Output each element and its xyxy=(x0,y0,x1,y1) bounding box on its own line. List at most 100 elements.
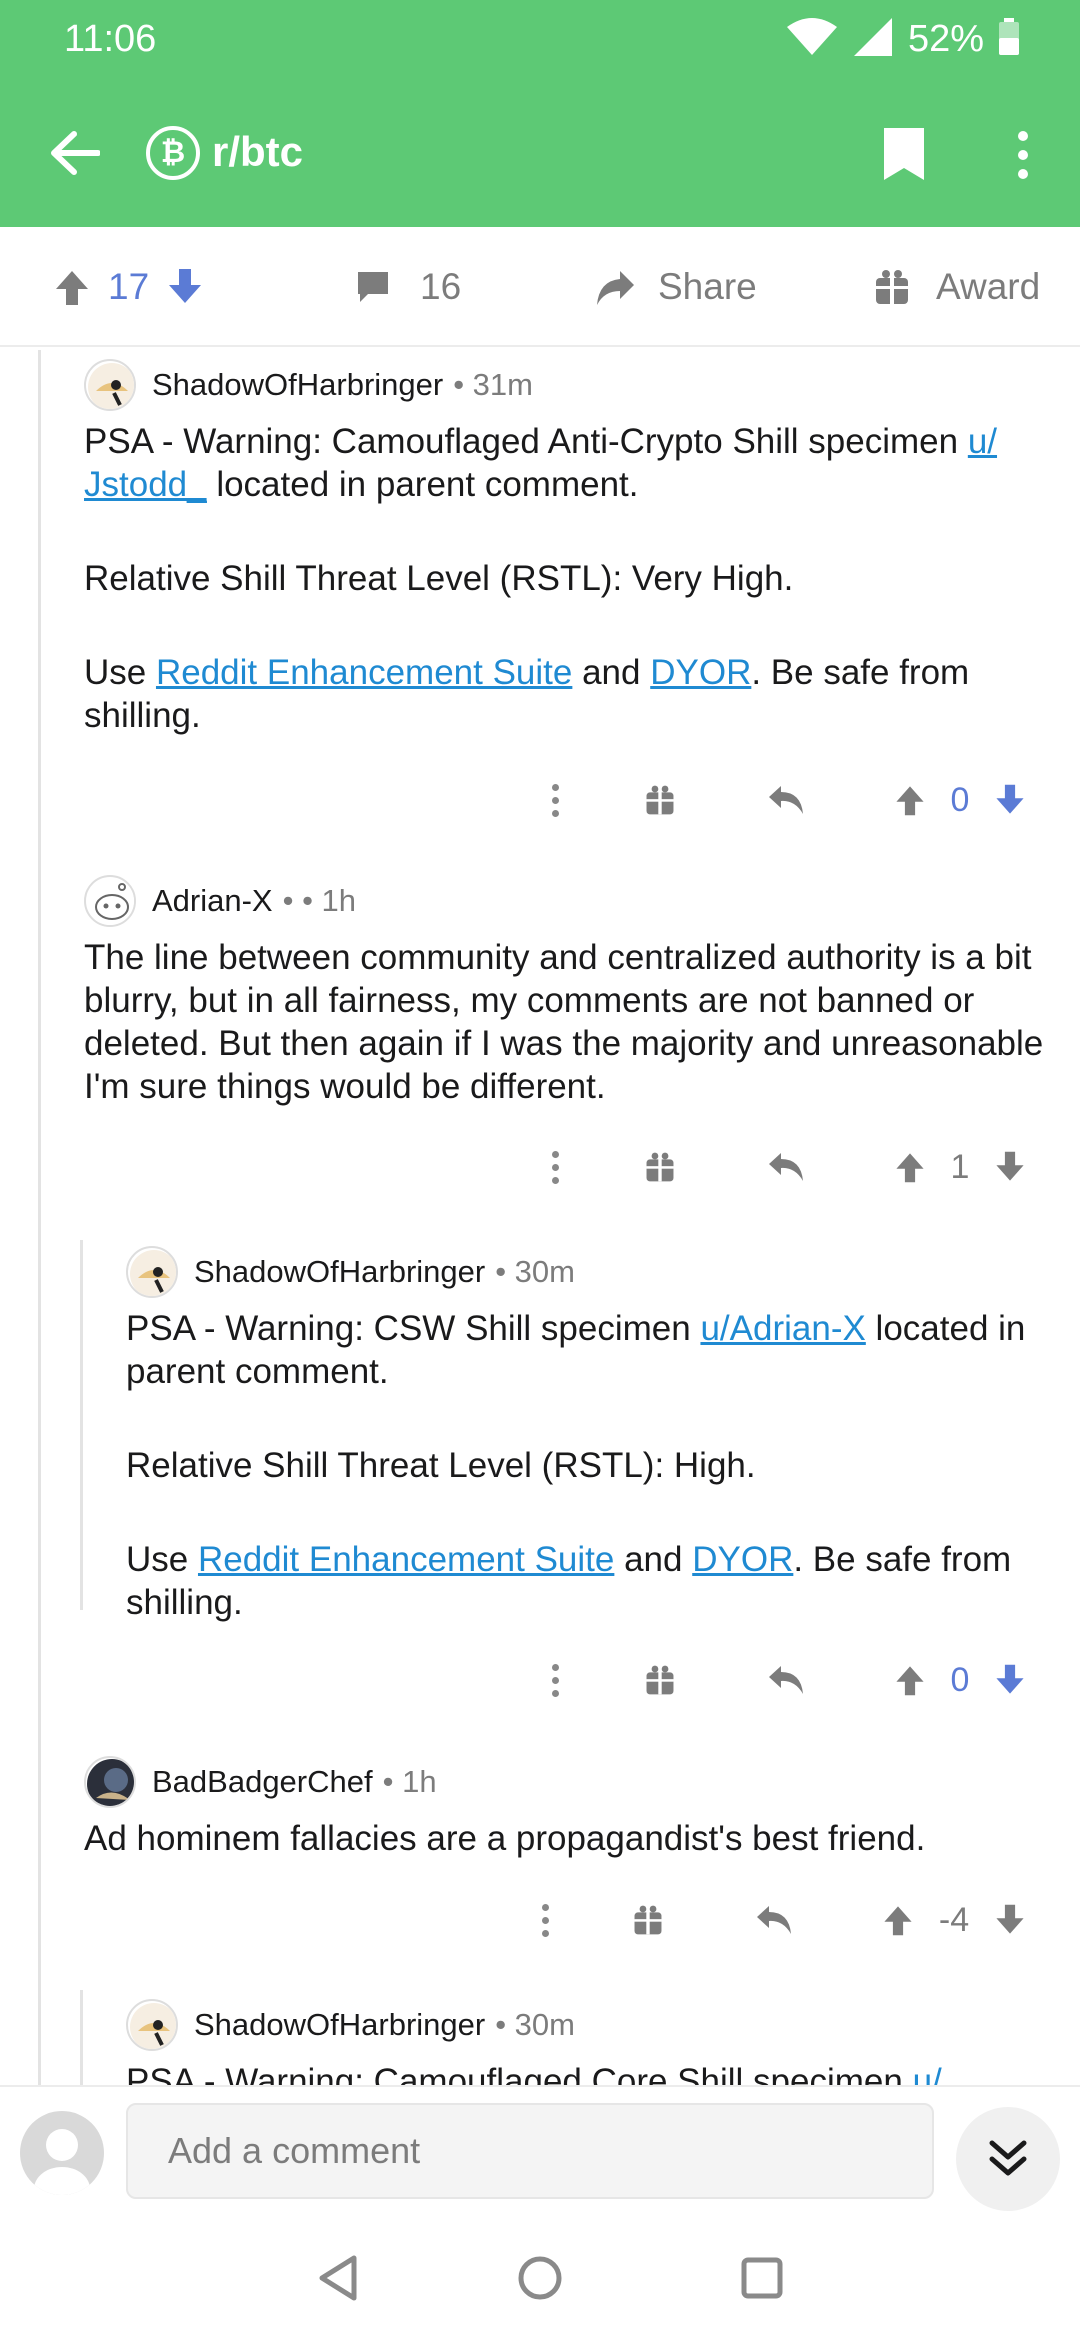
jump-to-next-button[interactable] xyxy=(956,2107,1060,2211)
comment-more-button[interactable] xyxy=(540,1650,570,1710)
share-icon xyxy=(597,271,634,305)
battery-icon xyxy=(998,18,1020,61)
comment-award-button[interactable] xyxy=(640,770,680,830)
avatar[interactable] xyxy=(20,2111,104,2195)
comment-more-button[interactable] xyxy=(540,1137,570,1197)
nav-recents-button[interactable] xyxy=(727,2243,797,2313)
bookmark-icon xyxy=(884,128,924,180)
downvote-icon xyxy=(996,784,1024,814)
comment-text: Relative Shill Threat Level (RSTL): Very… xyxy=(84,559,794,598)
comment-actions: 1 xyxy=(500,1137,1060,1197)
upvote-icon xyxy=(896,786,924,816)
status-bar: 11:06 52% xyxy=(0,0,1080,80)
reply-button[interactable] xyxy=(766,1137,806,1197)
back-button[interactable] xyxy=(40,118,110,188)
comment-actions: 0 xyxy=(500,770,1060,830)
post-action-bar: 17 16 Share Award xyxy=(0,227,1080,347)
comment-body: PSA - Warning: Camouflaged Anti-Crypto S… xyxy=(84,420,1064,737)
comment-text: and xyxy=(572,653,651,692)
share-button[interactable]: Share xyxy=(594,227,757,347)
user-link[interactable]: u/ xyxy=(913,2062,942,2085)
status-icons: 52% xyxy=(786,16,1020,63)
reply-button[interactable] xyxy=(754,1890,794,1950)
comment-body: The line between community and centraliz… xyxy=(84,938,1044,1106)
upvote-icon xyxy=(896,1666,924,1696)
comment-more-button[interactable] xyxy=(530,1890,560,1950)
comment-author[interactable]: BadBadgerChef xyxy=(152,1764,373,1800)
comment-body: PSA - Warning: Camouflaged Core Shill sp… xyxy=(126,2060,1066,2085)
comment-text: and xyxy=(614,1540,693,1579)
comment-icon xyxy=(358,272,388,302)
subreddit-title[interactable]: r/btc xyxy=(212,128,303,176)
gift-icon xyxy=(634,1905,662,1935)
avatar[interactable] xyxy=(126,1246,178,1298)
comment-text: Use xyxy=(84,653,156,692)
comment-text: PSA - Warning: Camouflaged Core Shill sp… xyxy=(126,2062,913,2085)
comment-text: PSA - Warning: Camouflaged Anti-Crypto S… xyxy=(84,422,968,461)
downvote-icon[interactable] xyxy=(165,267,205,307)
comment-score: 0 xyxy=(950,780,970,819)
avatar[interactable] xyxy=(84,875,136,927)
comment-upvote[interactable] xyxy=(890,1650,930,1710)
res-link[interactable]: Reddit Enhancement Suite xyxy=(156,653,572,692)
dyor-link[interactable]: DYOR xyxy=(692,1540,793,1579)
comment: BadBadgerChef • 1h Ad hominem fallacies … xyxy=(84,1755,1064,1860)
comment-time: • 1h xyxy=(382,1764,437,1799)
res-link[interactable]: Reddit Enhancement Suite xyxy=(198,1540,614,1579)
comment-time: • 30m xyxy=(495,2007,575,2042)
upvote-icon[interactable] xyxy=(52,267,92,307)
dyor-link[interactable]: DYOR xyxy=(650,653,751,692)
avatar[interactable] xyxy=(126,1999,178,2051)
comment-downvote[interactable] xyxy=(990,1890,1030,1950)
bookmark-button[interactable] xyxy=(880,126,940,186)
reply-button[interactable] xyxy=(766,1650,806,1710)
comment-upvote[interactable] xyxy=(890,1137,930,1197)
back-arrow-icon xyxy=(51,131,100,175)
comment-time: • • 1h xyxy=(282,883,357,918)
bitcoin-icon[interactable]: ₿ xyxy=(146,126,200,180)
downvote-icon xyxy=(996,1904,1024,1934)
comment-meta: ShadowOfHarbringer • 31m xyxy=(84,358,1064,412)
comment-award-button[interactable] xyxy=(640,1650,680,1710)
comment-text: Relative Shill Threat Level (RSTL): High… xyxy=(126,1446,756,1485)
nav-home-button[interactable] xyxy=(505,2243,575,2313)
comment-upvote[interactable] xyxy=(878,1890,918,1950)
comment-score: 0 xyxy=(950,1660,970,1699)
comment-actions: -4 xyxy=(500,1890,1060,1950)
reply-icon xyxy=(757,1906,791,1934)
reply-icon xyxy=(769,1153,803,1181)
nav-back-icon xyxy=(319,2255,357,2301)
downvote-icon xyxy=(996,1151,1024,1181)
comment-award-button[interactable] xyxy=(628,1890,668,1950)
comment-meta: ShadowOfHarbringer • 30m xyxy=(126,1998,1066,2052)
avatar[interactable] xyxy=(84,1756,136,1808)
more-options-button[interactable] xyxy=(1000,120,1046,190)
thread-line xyxy=(80,1240,83,1610)
award-button[interactable]: Award xyxy=(874,227,1040,347)
user-link[interactable]: u/Adrian-X xyxy=(700,1309,865,1348)
comment-downvote[interactable] xyxy=(990,1137,1030,1197)
avatar[interactable] xyxy=(84,359,136,411)
comment-upvote[interactable] xyxy=(890,770,930,830)
nav-back-button[interactable] xyxy=(303,2243,373,2313)
comment-body: Ad hominem fallacies are a propagandist'… xyxy=(84,1819,926,1858)
comment-meta: Adrian-X • • 1h xyxy=(84,874,1064,928)
comment-downvote[interactable] xyxy=(990,1650,1030,1710)
add-comment-input[interactable] xyxy=(126,2103,934,2199)
comment-author[interactable]: ShadowOfHarbringer xyxy=(194,2007,485,2043)
nav-recents-icon xyxy=(741,2257,783,2299)
comments-count-button[interactable]: 16 xyxy=(354,227,461,347)
chevrons-down-icon xyxy=(989,2140,1027,2176)
post-score: 17 xyxy=(108,266,150,307)
reply-button[interactable] xyxy=(766,770,806,830)
upvote-icon xyxy=(884,1906,912,1936)
comment-author[interactable]: ShadowOfHarbringer xyxy=(194,1254,485,1290)
upvote-icon xyxy=(896,1153,924,1183)
comment-downvote[interactable] xyxy=(990,770,1030,830)
comment-author[interactable]: Adrian-X xyxy=(152,883,273,919)
comment-more-button[interactable] xyxy=(540,770,570,830)
app-bar: ₿ r/btc xyxy=(0,100,1080,210)
comment-bar xyxy=(0,2085,1080,2215)
comment-author[interactable]: ShadowOfHarbringer xyxy=(152,367,443,403)
comment-award-button[interactable] xyxy=(640,1137,680,1197)
